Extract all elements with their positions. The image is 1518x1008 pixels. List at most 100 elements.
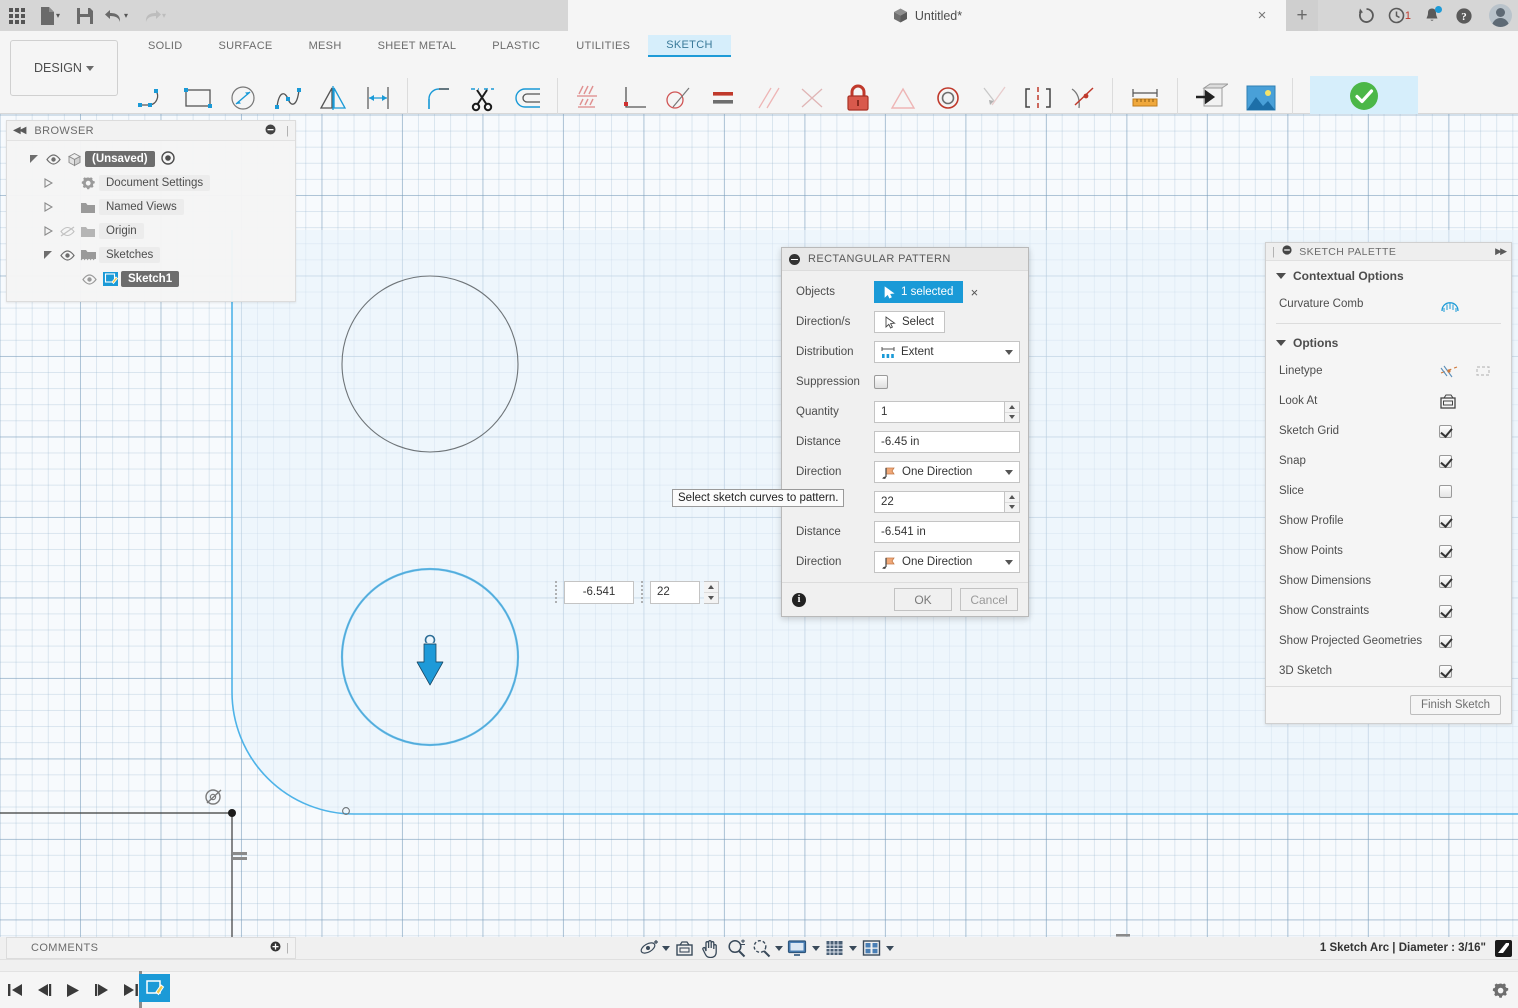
tab-plastic[interactable]: PLASTIC [474,35,558,57]
expand-triangle-icon[interactable] [39,178,57,188]
browser-item-unsaved[interactable]: (Unsaved) [7,147,295,171]
display-settings-icon[interactable] [784,937,810,959]
pan-hand-icon[interactable] [697,937,723,959]
objects-select-button[interactable]: 1 selected [874,281,963,303]
distribution-dropdown[interactable]: Extent [874,341,1020,363]
minimize-icon[interactable] [789,254,800,265]
symmetry-constraint-icon[interactable] [1015,78,1060,118]
go-to-beginning-icon[interactable] [6,979,24,1001]
timeline-feature-sketch1[interactable] [139,974,170,1002]
look-at-icon[interactable] [671,937,697,959]
expand-triangle-icon[interactable] [39,202,57,212]
browser-item-origin[interactable]: Origin [7,219,295,243]
activate-component-radio[interactable] [161,151,175,168]
spline-icon[interactable] [265,78,310,118]
show-profile-checkbox[interactable] [1439,515,1452,528]
clear-selection-icon[interactable]: × [963,285,985,300]
midpoint-constraint-icon[interactable] [790,78,835,118]
quantity-2-input[interactable]: 22 [874,491,1005,513]
expand-right-icon[interactable]: ▶▶ [1495,246,1505,257]
browser-resize-handle[interactable]: | [286,125,289,137]
grid-snaps-icon[interactable] [821,937,847,959]
coincident-constraint-icon[interactable] [880,78,925,118]
document-tab[interactable]: Untitled* × [568,0,1286,31]
display-settings-caret-icon[interactable] [810,946,821,951]
info-icon[interactable]: i [792,593,806,607]
browser-item-sketches[interactable]: Sketches [7,243,295,267]
show-points-checkbox[interactable] [1439,545,1452,558]
snap-checkbox[interactable] [1439,455,1452,468]
directions-select-button[interactable]: Select [874,311,945,333]
step-forward-icon[interactable] [93,979,111,1001]
save-icon[interactable] [70,0,100,31]
offset-dimension-icon[interactable] [355,78,400,118]
browser-item-named-views[interactable]: Named Views [7,195,295,219]
slice-checkbox[interactable] [1439,485,1452,498]
grid-snaps-caret-icon[interactable] [847,946,858,951]
browser-item-sketch1[interactable]: Sketch1 [7,267,295,291]
job-status-clock-icon[interactable]: 1 [1388,5,1411,27]
avatar[interactable] [1489,4,1512,27]
apps-grid-icon[interactable] [0,0,34,31]
palette-section-contextual-options[interactable]: Contextual Options [1266,261,1511,289]
eye-icon[interactable] [79,274,99,285]
inline-quantity-stepper[interactable] [704,581,719,604]
workspace-switcher-button[interactable]: DESIGN [10,40,118,96]
drag-handle[interactable] [638,580,646,604]
quantity-2-stepper[interactable] [1005,491,1020,513]
fillet-icon[interactable] [415,78,460,118]
perpendicular-constraint-icon[interactable] [610,78,655,118]
gear-icon[interactable] [1492,982,1510,1000]
rectangle-icon[interactable] [175,78,220,118]
parallel-constraint-icon[interactable] [745,78,790,118]
quantity-1-stepper[interactable] [1005,401,1020,423]
direction-2-dropdown[interactable]: One Direction [874,551,1020,573]
help-icon[interactable]: ? [1453,5,1475,27]
trim-scissors-icon[interactable] [460,78,505,118]
viewports-caret-icon[interactable] [884,946,895,951]
refresh-icon[interactable] [1356,5,1378,27]
step-back-icon[interactable] [35,979,53,1001]
zoom-window-caret-icon[interactable] [773,946,784,951]
equal-constraint-glyph[interactable] [233,852,247,860]
distance-2-input[interactable]: -6.541 in [874,521,1020,543]
tangent-constraint-icon[interactable] [655,78,700,118]
zoom-icon[interactable] [723,937,749,959]
minimize-icon[interactable] [265,124,276,138]
measure-ruler-icon[interactable] [1120,78,1170,118]
minimize-icon[interactable] [1282,245,1292,258]
collinear-constraint-icon[interactable] [970,78,1015,118]
centerline-icon[interactable] [1473,362,1493,380]
arc-icon[interactable] [130,78,175,118]
tab-surface[interactable]: SURFACE [201,35,291,57]
zoom-window-icon[interactable] [749,937,773,959]
browser-item-document-settings[interactable]: Document Settings [7,171,295,195]
eye-icon[interactable] [57,250,77,261]
play-icon[interactable] [64,979,82,1001]
bell-icon[interactable] [1421,5,1443,27]
eye-hidden-icon[interactable] [57,226,77,237]
3d-sketch-checkbox[interactable] [1439,665,1452,678]
undo-caret-icon[interactable]: ▾ [124,11,138,20]
orbit-caret-icon[interactable] [660,946,671,951]
fix-unfix-lock-icon[interactable] [835,78,880,118]
file-menu-caret-icon[interactable]: ▾ [56,11,70,20]
finish-sketch-palette-button[interactable]: Finish Sketch [1410,695,1501,715]
curvature-constraint-icon[interactable] [1060,78,1105,118]
cancel-button[interactable]: Cancel [960,588,1018,611]
offset-icon[interactable] [505,78,550,118]
redo-caret-icon[interactable]: ▾ [162,11,176,20]
sketch-grid-checkbox[interactable] [1439,425,1452,438]
tab-mesh[interactable]: MESH [291,35,360,57]
equal-constraint-icon[interactable] [700,78,745,118]
viewports-icon[interactable] [858,937,884,959]
eye-icon[interactable] [43,154,63,165]
quantity-1-input[interactable]: 1 [874,401,1005,423]
expand-triangle-icon[interactable] [39,250,57,260]
concentric-constraint-icon[interactable] [925,78,970,118]
show-dimensions-checkbox[interactable] [1439,575,1452,588]
palette-section-options[interactable]: Options [1266,328,1511,356]
look-at-icon[interactable] [1439,393,1457,410]
tab-utilities[interactable]: UTILITIES [558,35,648,57]
curvature-comb-icon[interactable] [1439,295,1461,313]
